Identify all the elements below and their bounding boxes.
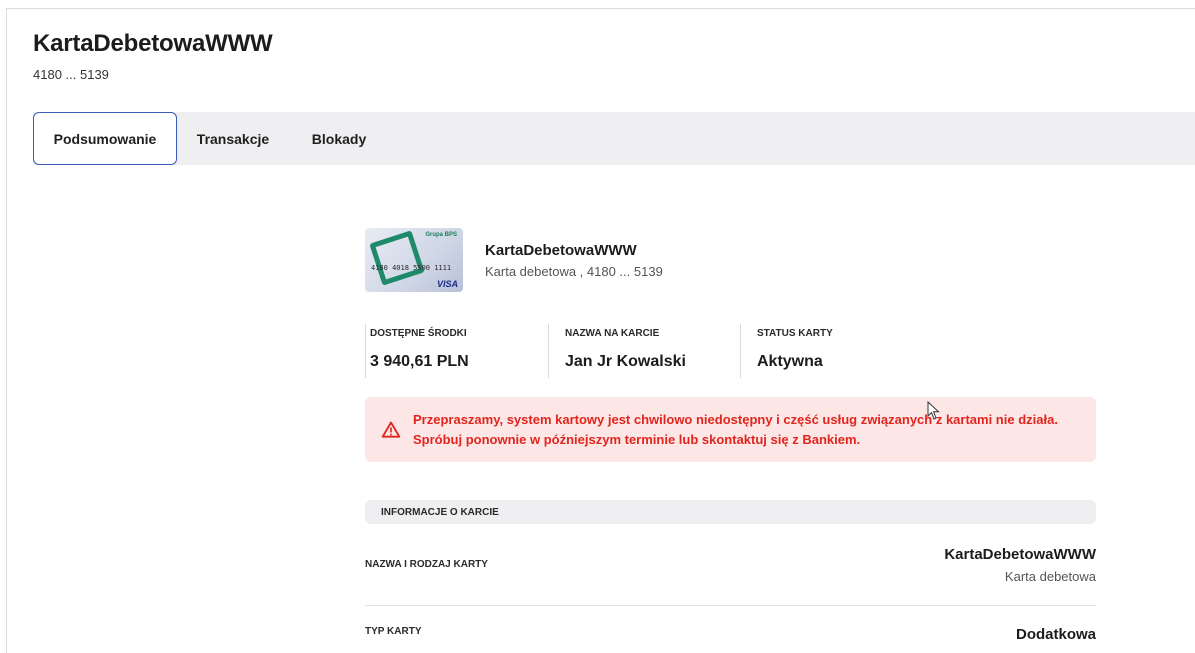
card-header: Grupa BPS 4180 4018 5500 1111 VISA Karta… <box>365 228 1096 292</box>
info-value: Dodatkowa <box>1015 626 1096 643</box>
info-label: TYP KARTY <box>365 626 422 637</box>
card-stats: DOSTĘPNE ŚRODKI 3 940,61 PLN NAZWA NA KA… <box>365 324 1096 378</box>
section-heading-card-info: INFORMACJE O KARCIE <box>365 500 1096 524</box>
card-summary: Grupa BPS 4180 4018 5500 1111 VISA Karta… <box>365 228 1096 653</box>
alert-line-2: Spróbuj ponownie w późniejszym terminie … <box>413 431 861 447</box>
info-label: NAZWA I RODZAJ KARTY <box>365 559 488 570</box>
stat-value: Jan Jr Kowalski <box>565 353 686 370</box>
alert-line-1: Przepraszamy, system kartowy jest chwilo… <box>413 411 1058 427</box>
card-info: KartaDebetowaWWW Karta debetowa , 4180 .… <box>485 242 663 279</box>
info-subvalue: Karta debetowa <box>1004 568 1096 584</box>
mouse-cursor-icon <box>927 401 940 420</box>
card-ribbon-graphic <box>369 230 425 286</box>
card-description: Karta debetowa , 4180 ... 5139 <box>485 263 663 279</box>
stat-card-status: STATUS KARTY Aktywna <box>740 324 833 378</box>
error-alert: Przepraszamy, system kartowy jest chwilo… <box>365 397 1096 462</box>
info-values: Dodatkowa <box>1016 626 1096 643</box>
page-title: KartaDebetowaWWW <box>33 30 273 57</box>
tab-bar: Podsumowanie Transakcje Blokady <box>33 112 1195 165</box>
stat-value: 3 940,61 PLN <box>370 353 469 370</box>
info-value: KartaDebetowaWWW <box>944 545 1096 563</box>
stat-value: Aktywna <box>757 353 823 370</box>
page-frame-left <box>6 8 7 653</box>
card-image-number: 4180 4018 5500 1111 <box>371 264 452 272</box>
page-header: KartaDebetowaWWW 4180 ... 5139 <box>33 30 273 82</box>
card-image: Grupa BPS 4180 4018 5500 1111 VISA <box>365 228 463 292</box>
visa-logo: VISA <box>436 279 458 289</box>
info-values: KartaDebetowaWWW Karta debetowa <box>944 546 1096 584</box>
tab-podsumowanie[interactable]: Podsumowanie <box>33 112 177 165</box>
card-number-masked: 4180 ... 5139 <box>33 67 109 82</box>
stat-label: STATUS KARTY <box>757 328 833 339</box>
stat-label: NAZWA NA KARCIE <box>565 328 660 339</box>
card-name: KartaDebetowaWWW <box>485 241 637 259</box>
card-bank-logo: Grupa BPS <box>425 232 457 238</box>
stat-name-on-card: NAZWA NA KARCIE Jan Jr Kowalski <box>548 324 740 378</box>
stat-available-funds: DOSTĘPNE ŚRODKI 3 940,61 PLN <box>365 324 548 378</box>
stat-label: DOSTĘPNE ŚRODKI <box>370 328 467 339</box>
tab-transakcje[interactable]: Transakcje <box>188 112 278 165</box>
page-frame-top <box>6 8 1195 9</box>
info-row-card-type: TYP KARTY Dodatkowa <box>365 606 1096 653</box>
alert-message: Przepraszamy, system kartowy jest chwilo… <box>413 410 1058 450</box>
info-row-card-name-type: NAZWA I RODZAJ KARTY KartaDebetowaWWW Ka… <box>365 524 1096 606</box>
warning-icon <box>381 421 401 438</box>
tab-blokady[interactable]: Blokady <box>299 112 379 165</box>
